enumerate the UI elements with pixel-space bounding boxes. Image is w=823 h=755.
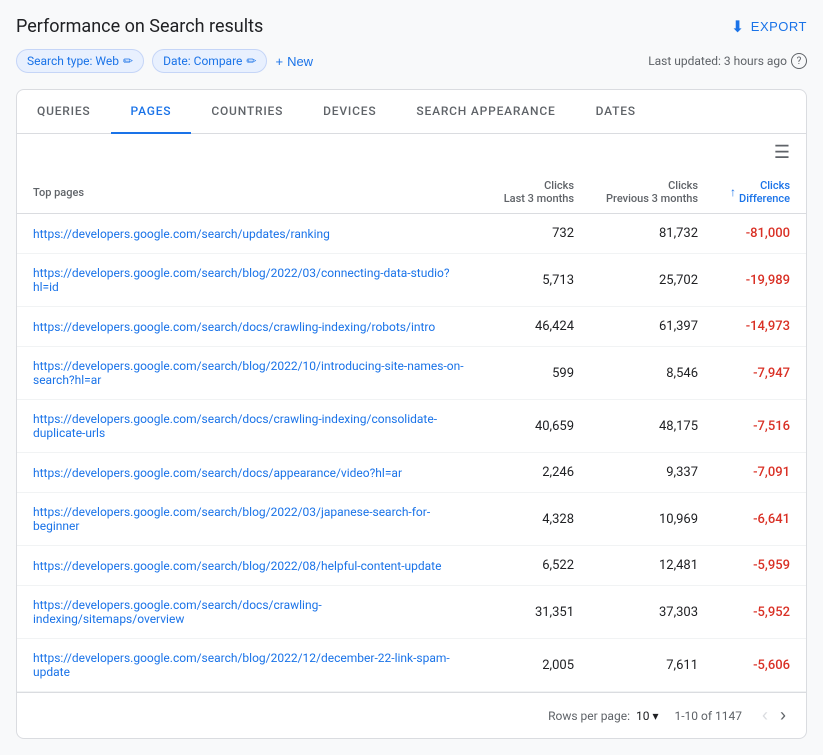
page-header: Performance on Search results ⬇ EXPORT <box>16 16 807 37</box>
main-card: QUERIES PAGES COUNTRIES DEVICES SEARCH A… <box>16 89 807 739</box>
cell-url[interactable]: https://developers.google.com/search/doc… <box>17 586 488 639</box>
cell-diff: -5,959 <box>714 546 806 586</box>
cell-clicks-prev: 12,481 <box>590 546 714 586</box>
cell-clicks-prev: 61,397 <box>590 307 714 347</box>
tab-dates[interactable]: DATES <box>576 90 656 134</box>
cell-clicks-last: 2,246 <box>488 453 590 493</box>
col-header-page: Top pages <box>17 171 488 214</box>
rows-per-page: Rows per page: 10 ▾ <box>548 709 658 723</box>
cell-url[interactable]: https://developers.google.com/search/blo… <box>17 546 488 586</box>
page-range: 1-10 of 1147 <box>675 709 743 723</box>
pages-table: Top pages Clicks Last 3 months Clicks Pr… <box>17 171 806 692</box>
cell-url[interactable]: https://developers.google.com/search/upd… <box>17 214 488 254</box>
info-icon[interactable]: ? <box>791 53 807 69</box>
table-row: https://developers.google.com/search/blo… <box>17 347 806 400</box>
table-row: https://developers.google.com/search/blo… <box>17 254 806 307</box>
table-controls: ☰ <box>17 134 806 171</box>
pagination-nav: ‹ › <box>758 703 790 728</box>
cell-clicks-last: 599 <box>488 347 590 400</box>
cell-clicks-prev: 37,303 <box>590 586 714 639</box>
date-label: Date: Compare <box>163 54 242 68</box>
cell-clicks-prev: 48,175 <box>590 400 714 453</box>
new-filter-button[interactable]: + New <box>275 54 313 69</box>
toolbar: Search type: Web ✏ Date: Compare ✏ + New… <box>16 49 807 73</box>
table-filter-icon[interactable]: ☰ <box>774 142 790 163</box>
col-header-clicks-prev: Clicks Previous 3 months <box>590 171 714 214</box>
cell-clicks-prev: 81,732 <box>590 214 714 254</box>
table-row: https://developers.google.com/search/doc… <box>17 307 806 347</box>
export-icon: ⬇ <box>731 17 745 37</box>
chevron-down-icon: ▾ <box>652 709 658 723</box>
pagination: Rows per page: 10 ▾ 1-10 of 1147 ‹ › <box>17 692 806 738</box>
page-title: Performance on Search results <box>16 16 263 37</box>
col-header-clicks-last: Clicks Last 3 months <box>488 171 590 214</box>
cell-clicks-last: 2,005 <box>488 639 590 692</box>
export-button[interactable]: ⬇ EXPORT <box>731 17 807 37</box>
cell-diff: -5,952 <box>714 586 806 639</box>
table-row: https://developers.google.com/search/blo… <box>17 493 806 546</box>
export-label: EXPORT <box>751 19 807 34</box>
cell-clicks-last: 46,424 <box>488 307 590 347</box>
rows-per-page-select[interactable]: 10 ▾ <box>636 709 659 723</box>
col-header-diff: ↑ Clicks Difference <box>714 171 806 214</box>
toolbar-right: Last updated: 3 hours ago ? <box>648 53 807 69</box>
plus-icon: + <box>275 54 283 69</box>
cell-diff: -19,989 <box>714 254 806 307</box>
new-label: New <box>287 54 313 69</box>
rows-per-page-label: Rows per page: <box>548 709 630 723</box>
cell-clicks-prev: 7,611 <box>590 639 714 692</box>
cell-clicks-last: 5,713 <box>488 254 590 307</box>
cell-diff: -7,516 <box>714 400 806 453</box>
sort-asc-icon[interactable]: ↑ <box>730 185 736 199</box>
next-page-button[interactable]: › <box>776 703 790 728</box>
table-row: https://developers.google.com/search/doc… <box>17 453 806 493</box>
table-row: https://developers.google.com/search/blo… <box>17 546 806 586</box>
last-updated-text: Last updated: 3 hours ago <box>648 54 787 68</box>
cell-url[interactable]: https://developers.google.com/search/blo… <box>17 347 488 400</box>
cell-url[interactable]: https://developers.google.com/search/doc… <box>17 400 488 453</box>
search-type-label: Search type: Web <box>27 54 119 68</box>
tab-queries[interactable]: QUERIES <box>17 90 111 134</box>
date-edit-icon: ✏ <box>246 54 256 68</box>
cell-clicks-last: 732 <box>488 214 590 254</box>
rows-per-page-value: 10 <box>636 709 650 723</box>
table-row: https://developers.google.com/search/upd… <box>17 214 806 254</box>
table-row: https://developers.google.com/search/doc… <box>17 400 806 453</box>
tabs-bar: QUERIES PAGES COUNTRIES DEVICES SEARCH A… <box>17 90 806 134</box>
tab-countries[interactable]: COUNTRIES <box>191 90 303 134</box>
cell-url[interactable]: https://developers.google.com/search/blo… <box>17 493 488 546</box>
cell-diff: -5,606 <box>714 639 806 692</box>
cell-url[interactable]: https://developers.google.com/search/doc… <box>17 307 488 347</box>
cell-clicks-prev: 10,969 <box>590 493 714 546</box>
date-filter[interactable]: Date: Compare ✏ <box>152 49 267 73</box>
search-type-filter[interactable]: Search type: Web ✏ <box>16 49 144 73</box>
prev-page-button[interactable]: ‹ <box>758 703 772 728</box>
cell-url[interactable]: https://developers.google.com/search/doc… <box>17 453 488 493</box>
cell-url[interactable]: https://developers.google.com/search/blo… <box>17 639 488 692</box>
cell-diff: -7,947 <box>714 347 806 400</box>
cell-clicks-last: 40,659 <box>488 400 590 453</box>
toolbar-filters: Search type: Web ✏ Date: Compare ✏ + New <box>16 49 313 73</box>
tab-devices[interactable]: DEVICES <box>303 90 396 134</box>
cell-url[interactable]: https://developers.google.com/search/blo… <box>17 254 488 307</box>
cell-diff: -14,973 <box>714 307 806 347</box>
cell-clicks-last: 31,351 <box>488 586 590 639</box>
cell-clicks-last: 6,522 <box>488 546 590 586</box>
cell-diff: -6,641 <box>714 493 806 546</box>
cell-clicks-last: 4,328 <box>488 493 590 546</box>
tab-pages[interactable]: PAGES <box>111 90 192 134</box>
table-row: https://developers.google.com/search/doc… <box>17 586 806 639</box>
cell-clicks-prev: 9,337 <box>590 453 714 493</box>
cell-clicks-prev: 8,546 <box>590 347 714 400</box>
cell-clicks-prev: 25,702 <box>590 254 714 307</box>
tab-search-appearance[interactable]: SEARCH APPEARANCE <box>396 90 575 134</box>
cell-diff: -81,000 <box>714 214 806 254</box>
table-row: https://developers.google.com/search/blo… <box>17 639 806 692</box>
search-type-edit-icon: ✏ <box>123 54 133 68</box>
cell-diff: -7,091 <box>714 453 806 493</box>
